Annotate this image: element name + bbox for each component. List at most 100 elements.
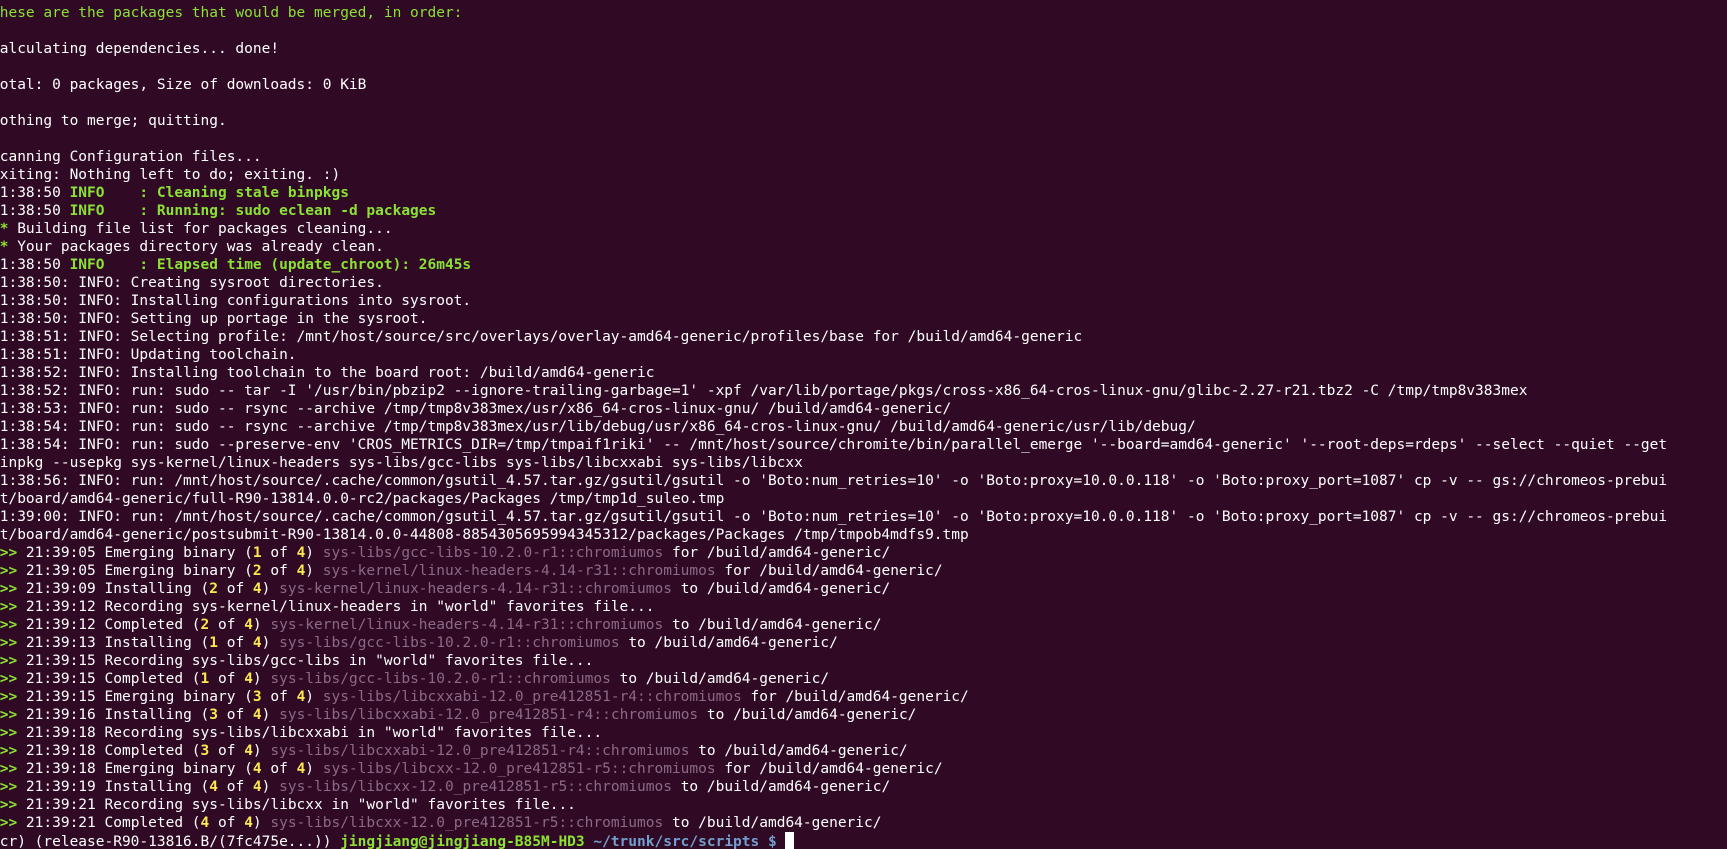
timestamp: 21:39:05 bbox=[25, 563, 96, 579]
timestamp: 21:39:13 bbox=[25, 635, 96, 651]
emerge-line: >>> 21:39:18 Emerging binary (4 of 4) sy… bbox=[0, 760, 1727, 778]
progress-of: of bbox=[218, 707, 253, 723]
emerge-target: to /build/amd64-generic/ bbox=[610, 671, 830, 687]
star-line: * Building file list for packages cleani… bbox=[0, 220, 1727, 238]
emerge-target: for /build/amd64-generic/ bbox=[741, 689, 969, 705]
progress-of: of bbox=[209, 671, 245, 687]
timestamp: 21:39:12 bbox=[25, 599, 96, 615]
info-line: 21:38:50 INFO : Running: sudo eclean -d … bbox=[0, 202, 1727, 220]
info-line: 21:38:50 INFO : Cleaning stale binpkgs bbox=[0, 184, 1727, 202]
progress-current: 2 bbox=[252, 563, 262, 579]
progress-total: 4 bbox=[252, 707, 262, 723]
progress-total: 4 bbox=[296, 545, 306, 561]
terminal-window[interactable]: These are the packages that would be mer… bbox=[0, 0, 1727, 849]
log-line: 21:38:54: INFO: run: sudo -- rsync --arc… bbox=[0, 419, 1196, 435]
timestamp: 21:39:15 bbox=[25, 653, 96, 669]
record-message: Recording sys-libs/gcc-libs in "world" f… bbox=[104, 653, 594, 669]
log-line: 21:38:52: INFO: run: sudo -- tar -I '/us… bbox=[0, 383, 1528, 399]
emerge-record-line: >>> 21:39:18 Recording sys-libs/libcxxab… bbox=[0, 724, 1727, 742]
emerge-marker: >>> bbox=[0, 815, 18, 831]
emerge-marker: >>> bbox=[0, 599, 18, 615]
progress-current: 2 bbox=[200, 617, 210, 633]
emerge-line: >>> 21:39:09 Installing (2 of 4) sys-ker… bbox=[0, 580, 1727, 598]
progress-total: 4 bbox=[296, 689, 306, 705]
package-name: sys-libs/libcxxabi-12.0_pre412851-r4::ch… bbox=[270, 743, 690, 759]
terminal-output: These are the packages that would be mer… bbox=[0, 4, 1727, 849]
progress-of: of bbox=[209, 743, 245, 759]
log-line: 21:38:52: INFO: Installing toolchain to … bbox=[0, 365, 655, 381]
progress-total: 4 bbox=[296, 761, 306, 777]
close-paren: ) bbox=[252, 815, 262, 831]
emerge-target: to /build/amd64-generic/ bbox=[671, 581, 891, 597]
progress-total: 4 bbox=[244, 617, 253, 633]
progress-current: 3 bbox=[200, 743, 210, 759]
log-line: 21:38:54: INFO: run: sudo --preserve-env… bbox=[0, 437, 1668, 453]
chroot-indicator: (cr) (release-R90-13816.B/(7fc475e...)) bbox=[0, 834, 341, 849]
progress-total: 4 bbox=[296, 563, 306, 579]
package-name: sys-kernel/linux-headers-4.14-r31::chrom… bbox=[279, 581, 672, 597]
emerge-target: to /build/amd64-generic/ bbox=[663, 815, 882, 831]
log-line: 21:38:50: INFO: Installing configuration… bbox=[0, 293, 472, 309]
timestamp: 21:39:12 bbox=[25, 617, 96, 633]
log-line: lt/board/amd64-generic/full-R90-13814.0.… bbox=[0, 491, 725, 507]
log-level: INFO bbox=[69, 203, 105, 219]
close-paren: ) bbox=[252, 671, 262, 687]
progress-total: 4 bbox=[244, 671, 253, 687]
progress-total: 4 bbox=[244, 815, 253, 831]
progress-current: 4 bbox=[252, 761, 262, 777]
emerge-target: to /build/amd64-generic/ bbox=[698, 707, 917, 723]
progress-of: of bbox=[261, 761, 297, 777]
progress-total: 4 bbox=[252, 779, 262, 795]
timestamp: 21:38:50 bbox=[0, 257, 61, 273]
emerge-action: Completed ( bbox=[104, 815, 201, 831]
emerge-line: >>> 21:39:16 Installing (3 of 4) sys-lib… bbox=[0, 706, 1727, 724]
progress-total: 4 bbox=[244, 743, 253, 759]
emerge-action: Installing ( bbox=[104, 635, 210, 651]
emerge-action: Installing ( bbox=[104, 707, 210, 723]
progress-of: of bbox=[261, 563, 297, 579]
timestamp: 21:39:18 bbox=[25, 743, 96, 759]
timestamp: 21:39:05 bbox=[25, 545, 96, 561]
emerge-marker: >>> bbox=[0, 779, 18, 795]
emerge-line: >>> 21:39:05 Emerging binary (1 of 4) sy… bbox=[0, 544, 1727, 562]
emerge-line: >>> 21:39:05 Emerging binary (2 of 4) sy… bbox=[0, 562, 1727, 580]
info-message: Elapsed time (update_chroot): 26m45s bbox=[156, 257, 472, 273]
timestamp: 21:39:21 bbox=[25, 815, 96, 831]
emerge-marker: >>> bbox=[0, 707, 18, 723]
log-line: 21:38:56: INFO: run: /mnt/host/source/.c… bbox=[0, 473, 1668, 489]
log-level: INFO bbox=[69, 257, 105, 273]
package-name: sys-libs/gcc-libs-10.2.0-r1::chromiumos bbox=[270, 671, 611, 687]
emerge-marker: >>> bbox=[0, 725, 18, 741]
timestamp: 21:38:50 bbox=[0, 203, 61, 219]
emerge-action: Installing ( bbox=[104, 581, 210, 597]
progress-of: of bbox=[209, 617, 245, 633]
separator: : bbox=[104, 203, 157, 219]
shell-prompt[interactable]: (cr) (release-R90-13816.B/(7fc475e...)) … bbox=[0, 832, 1727, 849]
package-name: sys-kernel/linux-headers-4.14-r31::chrom… bbox=[270, 617, 664, 633]
log-line: 21:39:00: INFO: run: /mnt/host/source/.c… bbox=[0, 509, 1668, 525]
log-line: 21:38:50: INFO: Creating sysroot directo… bbox=[0, 275, 384, 291]
emerge-line: >>> 21:39:21 Completed (4 of 4) sys-libs… bbox=[0, 814, 1727, 832]
emerge-target: for /build/amd64-generic/ bbox=[663, 545, 891, 561]
output-line: These are the packages that would be mer… bbox=[0, 5, 463, 21]
progress-of: of bbox=[218, 779, 253, 795]
timestamp: 21:39:15 bbox=[25, 671, 96, 687]
info-line: 21:38:50 INFO : Elapsed time (update_chr… bbox=[0, 256, 1727, 274]
text-cursor[interactable] bbox=[785, 832, 795, 849]
emerge-target: to /build/amd64-generic/ bbox=[689, 743, 908, 759]
emerge-action: Completed ( bbox=[104, 743, 201, 759]
emerge-action: Emerging binary ( bbox=[104, 563, 253, 579]
progress-of: of bbox=[209, 815, 245, 831]
separator: : bbox=[104, 185, 157, 201]
log-line: 21:38:51: INFO: Updating toolchain. bbox=[0, 347, 297, 363]
emerge-action: Emerging binary ( bbox=[104, 689, 253, 705]
close-paren: ) bbox=[261, 707, 271, 723]
emerge-action: Installing ( bbox=[104, 779, 210, 795]
package-name: sys-libs/gcc-libs-10.2.0-r1::chromiumos bbox=[322, 545, 664, 561]
record-message: Recording sys-libs/libcxx in "world" fav… bbox=[104, 797, 576, 813]
close-paren: ) bbox=[252, 617, 262, 633]
log-line: lt/board/amd64-generic/postsubmit-R90-13… bbox=[0, 527, 969, 543]
emerge-line: >>> 21:39:12 Completed (2 of 4) sys-kern… bbox=[0, 616, 1727, 634]
close-paren: ) bbox=[261, 779, 271, 795]
